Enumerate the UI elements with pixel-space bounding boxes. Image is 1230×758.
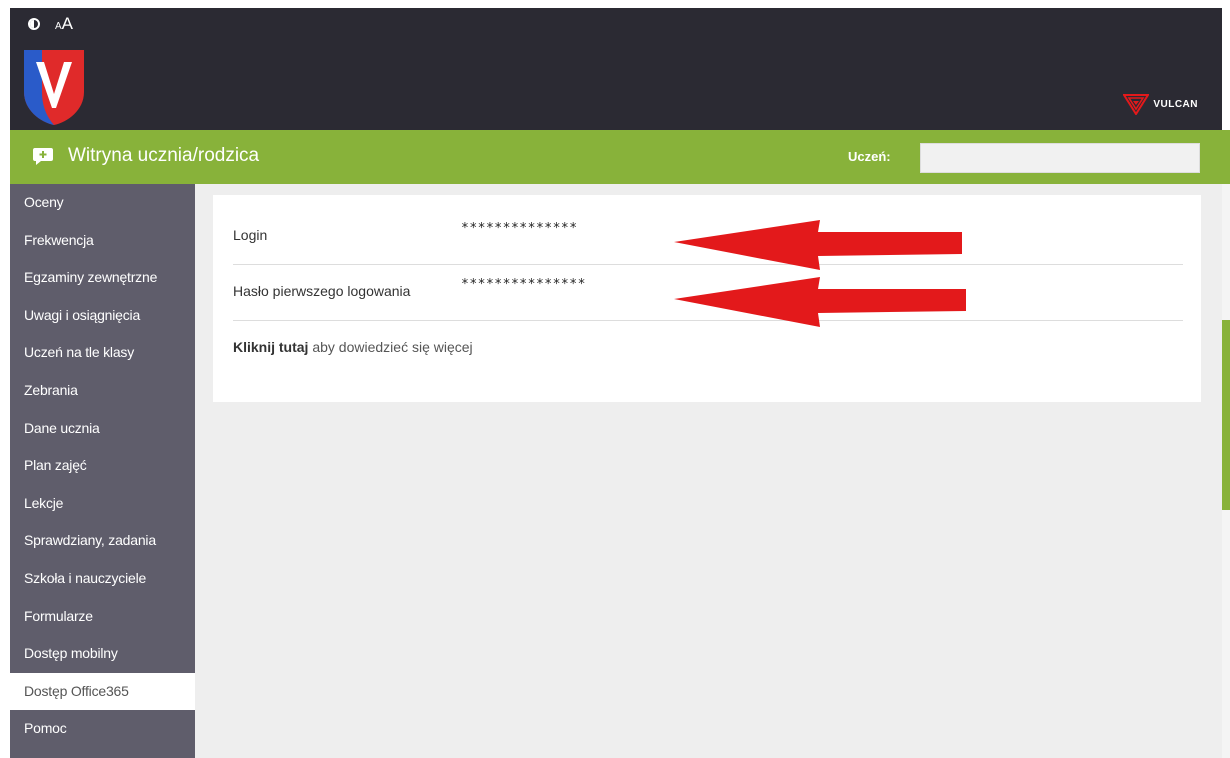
vulcan-text: VULCAN [1153,98,1198,110]
sidebar-item-dostep-office365[interactable]: Dostęp Office365 [10,672,195,711]
font-size-big: A [61,14,74,33]
sidebar-item-lekcje[interactable]: Lekcje [10,485,195,523]
password-label: Hasło pierwszego logowania [233,283,411,299]
right-accent [1222,320,1230,510]
title-bar-edge [1212,130,1230,184]
sidebar-item-sprawdziany[interactable]: Sprawdziany, zadania [10,522,195,560]
sidebar-item-uczen-na-tle-klasy[interactable]: Uczeń na tle klasy [10,334,195,372]
add-comment-icon [33,148,53,165]
school-logo-icon [24,50,84,125]
top-header: AA VULCAN [10,8,1222,130]
sidebar-item-formularze[interactable]: Formularze [10,598,195,636]
more-info: Kliknij tutaj aby dowiedzieć się więcej [233,339,473,355]
arrow-left-icon [674,277,966,327]
vulcan-logo: VULCAN [1123,93,1198,115]
arrow-left-icon [674,220,962,270]
title-bar: Witryna ucznia/rodzica Uczeń: [10,130,1222,184]
sidebar-item-szkola[interactable]: Szkoła i nauczyciele [10,560,195,598]
sidebar-item-plan-zajec[interactable]: Plan zajęć [10,447,195,485]
sidebar-item-egzaminy[interactable]: Egzaminy zewnętrzne [10,259,195,297]
password-value: *************** [461,277,586,292]
login-value: ************** [461,221,578,236]
sidebar-item-pomoc[interactable]: Pomoc [10,710,195,748]
student-label: Uczeń: [848,149,891,164]
sidebar-item-uwagi[interactable]: Uwagi i osiągnięcia [10,297,195,335]
font-size-small: A [55,21,62,32]
sidebar-item-dane-ucznia[interactable]: Dane ucznia [10,410,195,448]
more-info-link[interactable]: Kliknij tutaj [233,339,308,355]
sidebar-item-oceny[interactable]: Oceny [10,184,195,222]
annotation-strip [0,0,1230,8]
login-label: Login [233,227,268,243]
contrast-icon[interactable] [28,18,40,30]
student-select[interactable] [920,143,1200,173]
more-info-text: aby dowiedzieć się więcej [308,339,473,355]
page-title: Witryna ucznia/rodzica [68,145,260,166]
sidebar: Oceny Frekwencja Egzaminy zewnętrzne Uwa… [10,184,195,758]
page: AA VULCAN Witryna ucznia/rodzica Uczeń: … [0,0,1230,758]
sidebar-item-frekwencja[interactable]: Frekwencja [10,222,195,260]
sidebar-item-zebrania[interactable]: Zebrania [10,372,195,410]
sidebar-item-dostep-mobilny[interactable]: Dostęp mobilny [10,635,195,673]
font-size-icon[interactable]: AA [55,14,73,34]
vulcan-logo-icon [1123,94,1150,115]
